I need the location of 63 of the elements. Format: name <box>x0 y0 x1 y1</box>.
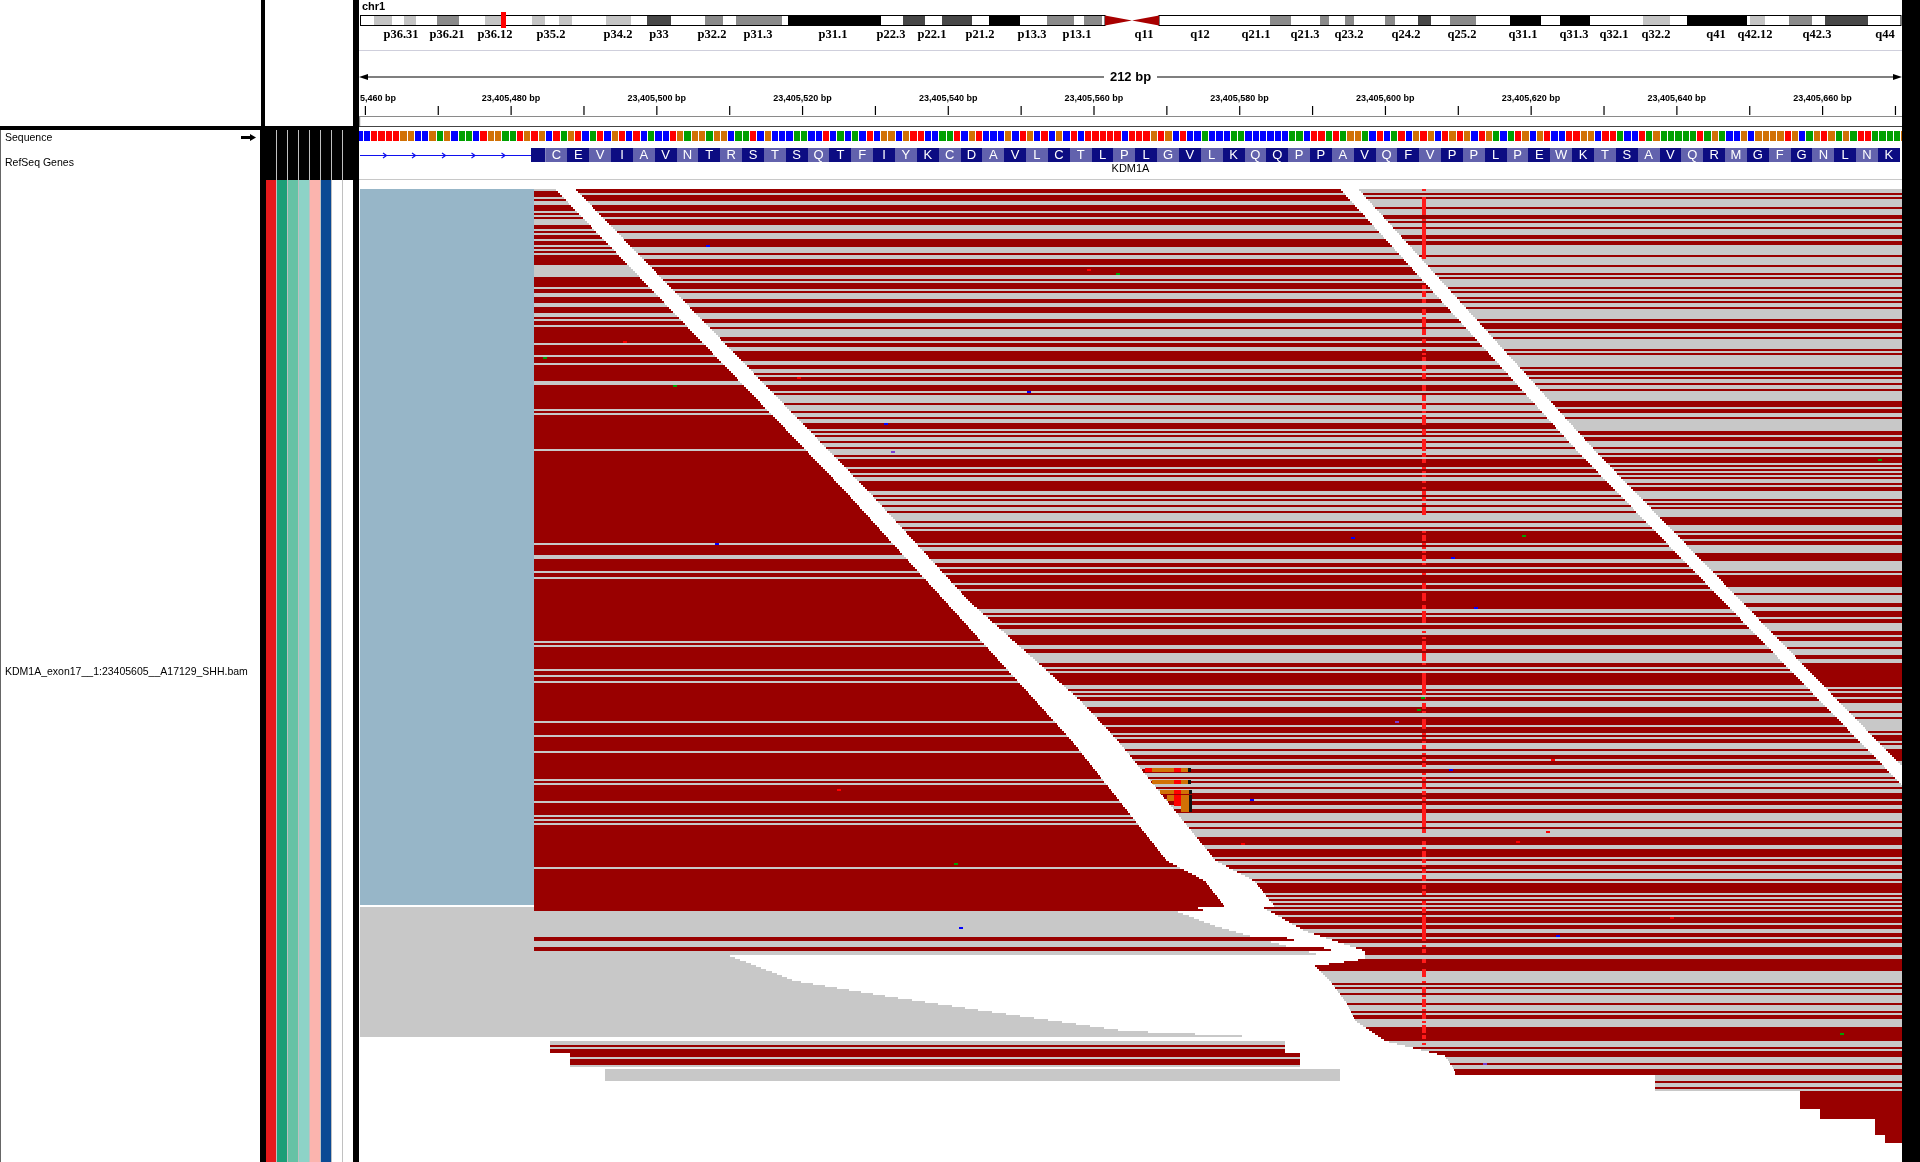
amino-acid: V <box>1353 148 1376 162</box>
amino-acid: Q <box>1266 148 1289 162</box>
amino-acid: F <box>851 148 874 162</box>
amino-acid: L <box>1026 148 1048 162</box>
amino-acid: D <box>960 148 983 162</box>
amino-acid: T <box>698 148 721 162</box>
amino-acid: K <box>1572 148 1594 162</box>
amino-acid: T <box>829 148 852 162</box>
amino-acid: P <box>1441 148 1463 162</box>
amino-acid: Q <box>1681 148 1704 162</box>
amino-acid: P <box>1310 148 1332 162</box>
amino-acid: V <box>1178 148 1201 162</box>
amino-acid: S <box>1615 148 1638 162</box>
amino-acid: F <box>1768 148 1791 162</box>
amino-acid: E <box>567 148 590 162</box>
amino-acid: Q <box>1375 148 1398 162</box>
amino-acid: L <box>1484 148 1507 162</box>
amino-acid: I <box>873 148 895 162</box>
amino-acid: V <box>1004 148 1027 162</box>
amino-acid: I <box>611 148 633 162</box>
amino-acid: F <box>1397 148 1420 162</box>
amino-acid: K <box>1877 148 1900 162</box>
amino-acid: P <box>1462 148 1485 162</box>
amino-acid: R <box>720 148 743 162</box>
amino-acid: P <box>1288 148 1311 162</box>
amino-acid: N <box>1856 148 1878 162</box>
amino-acid: A <box>982 148 1005 162</box>
amino-acid: L <box>1834 148 1857 162</box>
amino-acid: V <box>589 148 612 162</box>
amino-acid: V <box>654 148 677 162</box>
amino-acid: A <box>1637 148 1660 162</box>
amino-acid: Q <box>807 148 830 162</box>
amino-acid: V <box>1419 148 1442 162</box>
amino-acid: Y <box>895 148 917 162</box>
amino-acid: G <box>1790 148 1813 162</box>
amino-acid: E <box>1528 148 1551 162</box>
amino-acid: P <box>1113 148 1136 162</box>
amino-acid: T <box>1594 148 1616 162</box>
amino-acid: C <box>1047 148 1070 162</box>
amino-acid: A <box>632 148 655 162</box>
amino-acid: K <box>916 148 939 162</box>
gene-name: KDM1A <box>1111 162 1150 174</box>
amino-acid: N <box>1812 148 1835 162</box>
amino-acid: C <box>545 148 568 162</box>
amino-acid: P <box>1506 148 1529 162</box>
amino-acid: V <box>1659 148 1682 162</box>
amino-acid: K <box>1222 148 1245 162</box>
amino-acid: W <box>1550 148 1573 162</box>
amino-acid: N <box>676 148 699 162</box>
amino-acid: C <box>938 148 961 162</box>
amino-acid: T <box>763 148 786 162</box>
amino-acid: G <box>1746 148 1769 162</box>
amino-acid: L <box>1135 148 1158 162</box>
amino-acid: G <box>1157 148 1179 162</box>
amino-acid: L <box>1091 148 1114 162</box>
amino-acid: T <box>1069 148 1092 162</box>
amino-acid: A <box>1331 148 1354 162</box>
amino-acid: L <box>1200 148 1223 162</box>
amino-acid: M <box>1725 148 1747 162</box>
amino-acid: R <box>1703 148 1726 162</box>
amino-acid: S <box>742 148 764 162</box>
amino-acid: Q <box>1244 148 1267 162</box>
amino-acid: S <box>785 148 808 162</box>
